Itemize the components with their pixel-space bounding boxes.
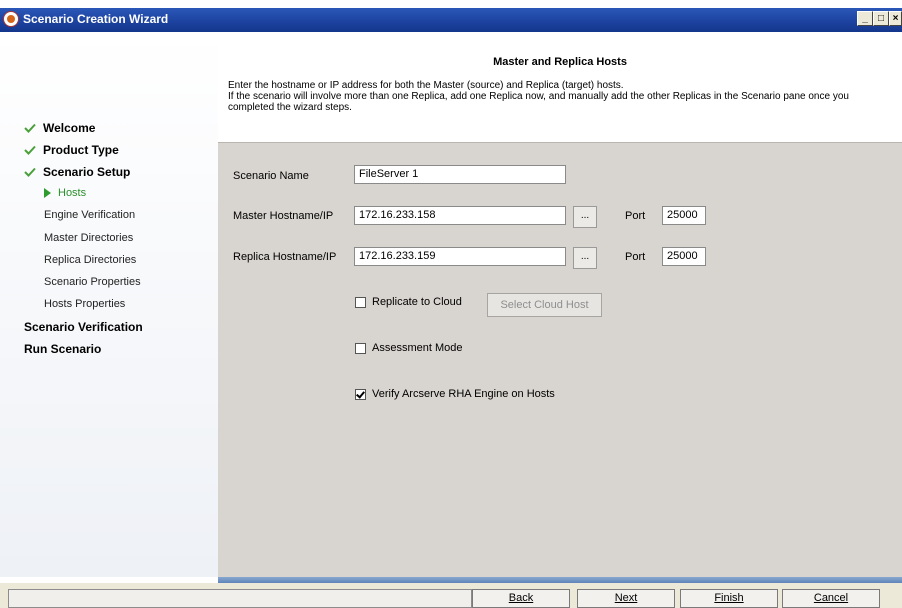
verify-engine-checkbox[interactable] (355, 389, 366, 400)
master-hostname-label: Master Hostname/IP (233, 210, 334, 222)
replica-hostname-label: Replica Hostname/IP (233, 251, 337, 263)
next-button-label: Next (614, 592, 638, 604)
check-icon (24, 167, 36, 177)
close-button[interactable]: × (889, 11, 902, 26)
select-cloud-host-button[interactable]: Select Cloud Host (487, 293, 602, 317)
finish-button[interactable]: Finish (680, 589, 778, 608)
description-line-2: If the scenario will involve more than o… (228, 91, 849, 113)
step-hosts: Hosts (58, 187, 87, 199)
assessment-mode-label: Assessment Mode (372, 342, 463, 354)
replicate-to-cloud-label: Replicate to Cloud (372, 296, 462, 308)
app-logo-icon (3, 11, 19, 27)
page-description: Enter the hostname or IP address for bot… (228, 80, 896, 113)
master-port-label: Port (625, 210, 646, 222)
description-line-1: Enter the hostname or IP address for bot… (228, 80, 624, 91)
step-scenario-setup: Scenario Setup (43, 165, 131, 179)
hosts-form-panel: Scenario Name FileServer 1 Master Hostna… (218, 142, 902, 578)
assessment-mode-checkbox[interactable] (355, 343, 366, 354)
wizard-footer: Back Next Finish Cancel (0, 583, 902, 608)
master-port-input[interactable]: 25000 (662, 206, 706, 225)
check-icon (24, 123, 36, 133)
step-engine-verification: Engine Verification (44, 209, 136, 221)
cancel-button[interactable]: Cancel (782, 589, 880, 608)
window-title: Scenario Creation Wizard (23, 12, 169, 26)
wizard-steps-sidebar: Welcome Product Type Scenario Setup Host… (0, 32, 218, 577)
title-bar: Scenario Creation Wizard _ □ × (0, 8, 902, 32)
scenario-name-input[interactable]: FileServer 1 (354, 165, 566, 184)
step-product-type: Product Type (43, 143, 119, 157)
master-hostname-input[interactable]: 172.16.233.158 (354, 206, 566, 225)
step-replica-directories: Replica Directories (44, 254, 137, 266)
cancel-button-label: Cancel (813, 592, 849, 604)
step-welcome: Welcome (43, 121, 96, 135)
maximize-button[interactable]: □ (873, 11, 889, 26)
finish-button-label: Finish (714, 592, 744, 604)
back-button-label: Back (508, 592, 534, 604)
replica-hostname-input[interactable]: 172.16.233.159 (354, 247, 566, 266)
step-hosts-properties: Hosts Properties (44, 298, 126, 310)
check-icon (24, 145, 36, 155)
back-button[interactable]: Back (472, 589, 570, 608)
page-title: Master and Replica Hosts (493, 56, 627, 68)
master-browse-button[interactable]: ... (573, 206, 597, 228)
verify-engine-label: Verify Arcserve RHA Engine on Hosts (372, 388, 555, 400)
minimize-button[interactable]: _ (857, 11, 873, 26)
page-header: Master and Replica Hosts Enter the hostn… (218, 44, 902, 142)
step-master-directories: Master Directories (44, 232, 134, 244)
replicate-to-cloud-checkbox[interactable] (355, 297, 366, 308)
status-field (8, 589, 472, 608)
replica-port-label: Port (625, 251, 646, 263)
replica-port-input[interactable]: 25000 (662, 247, 706, 266)
step-scenario-properties: Scenario Properties (44, 276, 141, 288)
current-step-arrow-icon (44, 188, 51, 198)
step-scenario-verification: Scenario Verification (24, 320, 143, 334)
scenario-name-label: Scenario Name (233, 170, 309, 182)
replica-browse-button[interactable]: ... (573, 247, 597, 269)
next-button[interactable]: Next (577, 589, 675, 608)
step-run-scenario: Run Scenario (24, 342, 102, 356)
